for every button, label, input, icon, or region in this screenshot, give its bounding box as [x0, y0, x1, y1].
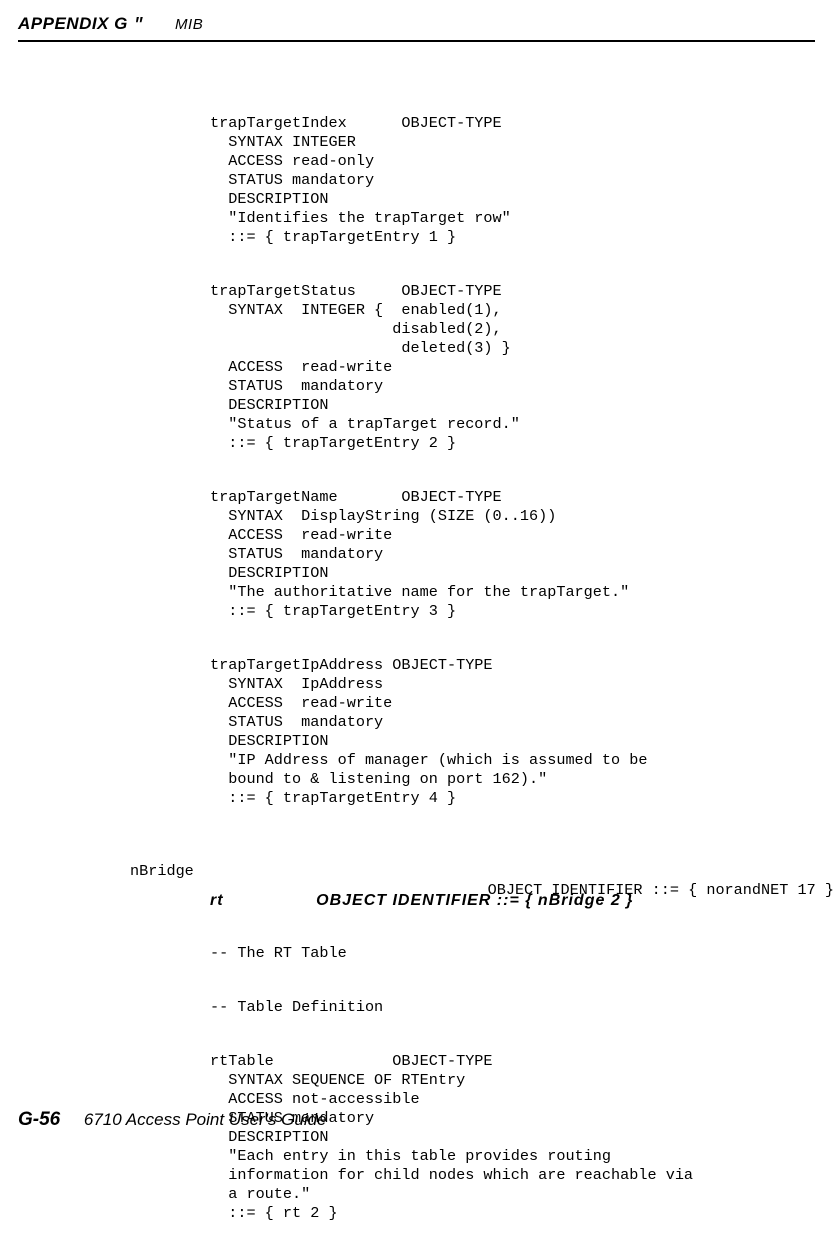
- nbridge-line: nBridge OBJECT IDENTIFIER ::= { norandNE…: [210, 843, 815, 862]
- footer-title: 6710 Access Point User's Guide: [84, 1110, 327, 1129]
- page-number: G-56: [18, 1109, 60, 1130]
- trap-target-index-block: trapTargetIndex OBJECT-TYPE SYNTAX INTEG…: [210, 114, 815, 247]
- nbridge-label: nBridge: [130, 862, 194, 881]
- section-label: MIB: [175, 16, 203, 33]
- header-bullet: ": [133, 16, 144, 35]
- trap-target-ipaddress-block: trapTargetIpAddress OBJECT-TYPE SYNTAX I…: [210, 656, 815, 808]
- rt-comment-1: -- The RT Table: [210, 944, 815, 963]
- rt-table-block: rtTable OBJECT-TYPE SYNTAX SEQUENCE OF R…: [210, 1052, 815, 1223]
- page-footer: G-56 6710 Access Point User's Guide: [18, 1109, 327, 1131]
- trap-target-name-block: trapTargetName OBJECT-TYPE SYNTAX Displa…: [210, 488, 815, 621]
- page-header: APPENDIX G " MIB: [18, 14, 203, 35]
- rt-comment-2: -- Table Definition: [210, 998, 815, 1017]
- header-rule: [18, 40, 815, 42]
- mib-body: trapTargetIndex OBJECT-TYPE SYNTAX INTEG…: [210, 95, 815, 1258]
- appendix-label: APPENDIX G: [18, 14, 128, 33]
- trap-target-status-block: trapTargetStatus OBJECT-TYPE SYNTAX INTE…: [210, 282, 815, 453]
- nbridge-def: OBJECT IDENTIFIER ::= { norandNET 17 }: [360, 881, 833, 900]
